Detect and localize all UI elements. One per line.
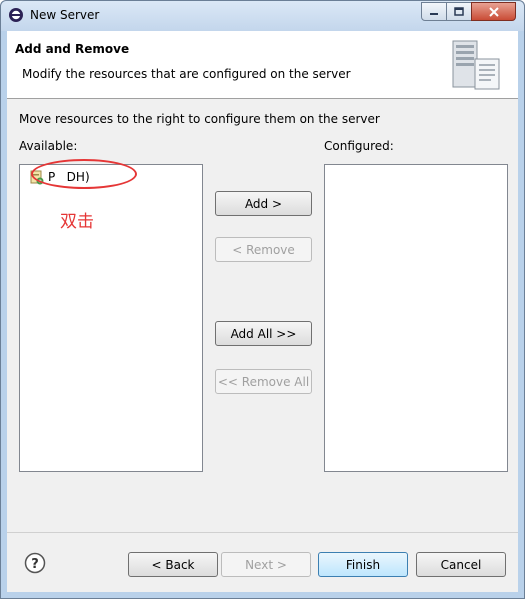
- help-icon[interactable]: ?: [24, 552, 46, 574]
- add-all-button[interactable]: Add All >>: [215, 321, 312, 346]
- minimize-icon: [430, 12, 438, 15]
- page-description: Modify the resources that are configured…: [22, 67, 351, 81]
- close-button[interactable]: [471, 2, 516, 21]
- configured-list[interactable]: [324, 164, 508, 472]
- close-icon: [488, 6, 499, 17]
- wizard-footer: ? < Back Next > Finish Cancel: [7, 532, 518, 592]
- next-button[interactable]: Next >: [221, 552, 311, 577]
- instruction-text: Move resources to the right to configure…: [19, 112, 380, 126]
- highlight-circle: [31, 159, 137, 189]
- wizard-header: Add and Remove Modify the resources that…: [7, 31, 518, 99]
- remove-button[interactable]: < Remove: [215, 237, 312, 262]
- configured-label: Configured:: [324, 139, 394, 153]
- server-icon: [452, 40, 500, 90]
- back-button[interactable]: < Back: [128, 552, 218, 577]
- new-server-dialog: New Server Add and Remove Modify the res…: [0, 0, 525, 599]
- window-title: New Server: [30, 8, 100, 22]
- svg-text:?: ?: [31, 557, 39, 572]
- maximize-button[interactable]: [446, 2, 472, 21]
- minimize-button[interactable]: [421, 2, 447, 21]
- cancel-button[interactable]: Cancel: [416, 552, 506, 577]
- annotation-text: 双击: [60, 212, 94, 232]
- wizard-content: Move resources to the right to configure…: [7, 99, 518, 532]
- available-list[interactable]: [19, 164, 203, 472]
- eclipse-icon: [9, 8, 23, 22]
- page-title: Add and Remove: [15, 42, 130, 56]
- maximize-icon: [454, 7, 464, 16]
- finish-button[interactable]: Finish: [318, 552, 408, 577]
- title-bar[interactable]: New Server: [1, 1, 524, 31]
- add-button[interactable]: Add >: [215, 191, 312, 216]
- remove-all-button[interactable]: << Remove All: [215, 369, 312, 394]
- available-label: Available:: [19, 139, 78, 153]
